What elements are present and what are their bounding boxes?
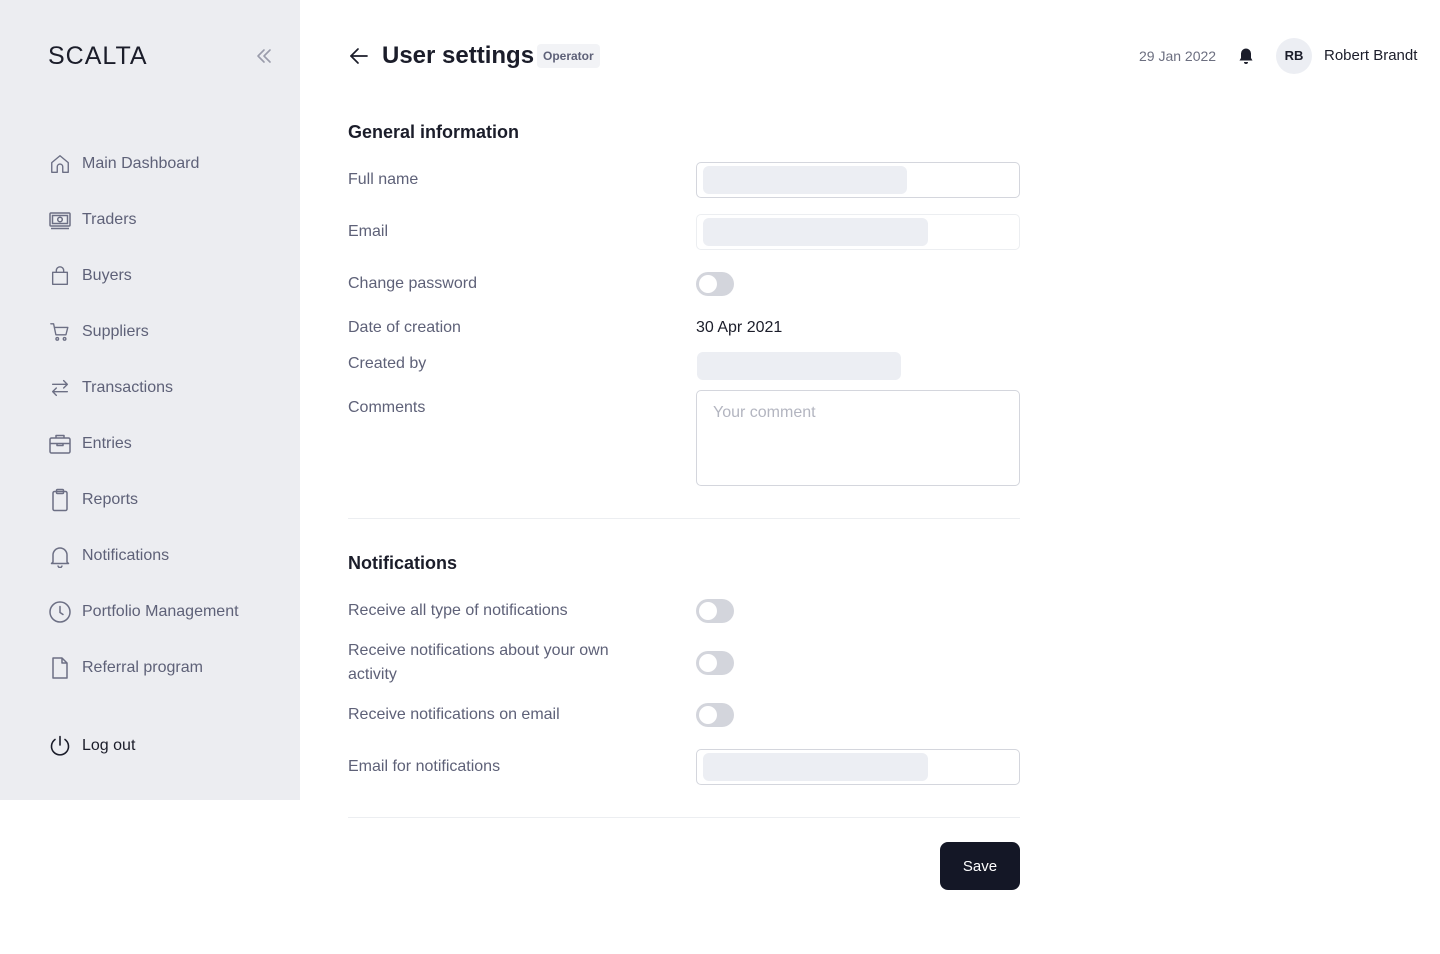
power-icon xyxy=(48,734,72,758)
sidebar-item-label: Reports xyxy=(82,491,139,508)
comments-textarea[interactable] xyxy=(696,390,1020,486)
section-divider xyxy=(348,518,1020,519)
notifications-title: Notifications xyxy=(348,553,458,573)
loading-skeleton xyxy=(703,166,907,194)
sidebar-item-label: Main Dashboard xyxy=(82,155,200,172)
loading-skeleton xyxy=(703,753,928,781)
collapse-sidebar-icon[interactable] xyxy=(254,46,274,66)
notifications-bell-icon[interactable] xyxy=(1236,46,1256,66)
receive-own-activity-toggle[interactable] xyxy=(696,651,734,675)
sidebar-nav: Main Dashboard Traders Buyers Suppliers xyxy=(48,136,288,696)
sidebar-item-entries[interactable]: Entries xyxy=(48,416,288,472)
sidebar-item-label: Entries xyxy=(82,435,132,452)
receive-email-label: Receive notifications on email xyxy=(348,706,560,723)
email-label: Email xyxy=(348,223,389,240)
back-arrow-icon[interactable] xyxy=(348,45,370,67)
banknote-icon xyxy=(48,208,72,232)
sidebar-item-label: Suppliers xyxy=(82,323,149,340)
sidebar-item-portfolio-management[interactable]: Portfolio Management xyxy=(48,584,288,640)
footer-divider xyxy=(348,817,1020,818)
user-avatar[interactable]: RB xyxy=(1276,38,1312,74)
logout-label: Log out xyxy=(82,737,136,754)
home-icon xyxy=(48,152,72,176)
header-date: 29 Jan 2022 xyxy=(1139,48,1217,64)
sidebar-item-label: Traders xyxy=(82,211,137,228)
created-by-label: Created by xyxy=(348,355,427,372)
comments-label: Comments xyxy=(348,399,426,416)
role-badge: Operator xyxy=(537,44,600,68)
save-button[interactable]: Save xyxy=(940,842,1020,890)
page-title: User settings xyxy=(382,42,535,69)
change-password-label: Change password xyxy=(348,275,477,292)
sidebar-item-buyers[interactable]: Buyers xyxy=(48,248,288,304)
sidebar-item-notifications[interactable]: Notifications xyxy=(48,528,288,584)
clock-icon xyxy=(48,600,72,624)
file-icon xyxy=(48,656,72,680)
date-of-creation-label: Date of creation xyxy=(348,319,461,336)
general-information-title: General information xyxy=(348,122,520,142)
sidebar-item-label: Buyers xyxy=(82,267,132,284)
email-for-notifications-input[interactable] xyxy=(696,749,1020,785)
change-password-toggle[interactable] xyxy=(696,272,734,296)
bell-icon xyxy=(48,544,72,568)
sidebar-item-main-dashboard[interactable]: Main Dashboard xyxy=(48,136,288,192)
cart-icon xyxy=(48,320,72,344)
email-for-notifications-label: Email for notifications xyxy=(348,758,501,775)
receive-all-toggle[interactable] xyxy=(696,599,734,623)
user-name[interactable]: Robert Brandt xyxy=(1324,47,1417,64)
clipboard-icon xyxy=(48,488,72,512)
created-by-skeleton xyxy=(697,352,901,380)
receive-email-toggle[interactable] xyxy=(696,703,734,727)
sidebar-item-transactions[interactable]: Transactions xyxy=(48,360,288,416)
sidebar-item-suppliers[interactable]: Suppliers xyxy=(48,304,288,360)
email-input[interactable] xyxy=(696,214,1020,250)
sidebar: SCALTA Main Dashboard Traders Buyers Sup… xyxy=(0,0,300,800)
briefcase-icon xyxy=(48,432,72,456)
sidebar-item-label: Referral program xyxy=(82,659,203,676)
date-of-creation-value: 30 Apr 2021 xyxy=(696,319,783,336)
shopping-bag-icon xyxy=(48,264,72,288)
sidebar-item-label: Notifications xyxy=(82,547,170,564)
sidebar-item-label: Portfolio Management xyxy=(82,603,239,620)
receive-own-activity-label: Receive notifications about your own act… xyxy=(348,642,609,683)
sidebar-item-traders[interactable]: Traders xyxy=(48,192,288,248)
receive-all-label: Receive all type of notifications xyxy=(348,602,568,619)
sidebar-item-referral-program[interactable]: Referral program xyxy=(48,640,288,696)
full-name-input[interactable] xyxy=(696,162,1020,198)
full-name-label: Full name xyxy=(348,171,419,188)
swap-arrows-icon xyxy=(48,376,72,400)
sidebar-item-reports[interactable]: Reports xyxy=(48,472,288,528)
logout-button[interactable]: Log out xyxy=(48,734,135,758)
loading-skeleton xyxy=(703,218,928,246)
sidebar-item-label: Transactions xyxy=(82,379,173,396)
app-logo[interactable]: SCALTA xyxy=(48,42,148,71)
